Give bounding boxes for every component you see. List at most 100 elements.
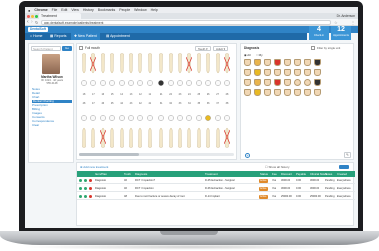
view-row-icon[interactable] xyxy=(84,179,87,182)
table-row[interactable]: Diagnosis 46 RCT / Impaction D-06 Extractio… xyxy=(77,185,355,192)
reload-icon[interactable]: ↻ xyxy=(35,19,38,26)
nav-home[interactable]: ⌂ Home xyxy=(27,33,45,40)
diagnosis-option-icon[interactable] xyxy=(314,89,321,96)
table-menu-icon[interactable] xyxy=(339,165,349,169)
edit-row-icon[interactable] xyxy=(79,179,82,182)
tooth-46[interactable]: 46 xyxy=(99,102,106,148)
tooth-47[interactable]: 47 xyxy=(90,102,97,148)
single-unit-checkbox[interactable] xyxy=(311,46,315,50)
tooth-15[interactable]: 15 xyxy=(109,53,115,99)
diagnosis-option-icon[interactable] xyxy=(244,89,251,96)
forward-icon[interactable]: › xyxy=(31,19,33,26)
diagnosis-option-icon[interactable] xyxy=(254,79,261,86)
menu-edit[interactable]: Edit xyxy=(61,8,67,12)
diagnosis-option-icon[interactable] xyxy=(254,89,261,96)
diagnosis-option-icon[interactable] xyxy=(294,89,301,96)
tooth-43[interactable]: 43 xyxy=(128,102,134,148)
delete-row-icon[interactable] xyxy=(89,187,92,190)
tooth-25[interactable]: 25 xyxy=(195,53,202,99)
show-history-toggle[interactable]: ☐ Show all history xyxy=(265,164,290,170)
diagnosis-option-icon[interactable] xyxy=(284,79,291,86)
tooth-41[interactable]: 41 xyxy=(146,102,153,148)
edit-row-icon[interactable] xyxy=(79,195,82,198)
close-window-icon[interactable] xyxy=(27,14,30,18)
tooth-27[interactable]: 27 xyxy=(214,53,221,99)
tooth-31[interactable]: 31 xyxy=(158,102,164,148)
diagnosis-option-icon[interactable] xyxy=(294,79,301,86)
menu-help[interactable]: Help xyxy=(151,8,158,12)
delete-row-icon[interactable] xyxy=(89,179,92,182)
diagnosis-option-icon[interactable] xyxy=(274,69,281,76)
view-row-icon[interactable] xyxy=(84,195,87,198)
address-bar[interactable]: app.dentalsoft.example/patients/treatmen… xyxy=(41,20,331,25)
stat-appointments[interactable]: 12 Appointments xyxy=(331,26,351,40)
tooth-22[interactable]: 22 xyxy=(167,53,174,99)
tooth-44[interactable]: 44 xyxy=(118,102,125,148)
menu-bookmarks[interactable]: Bookmarks xyxy=(98,8,116,12)
maximize-window-icon[interactable] xyxy=(35,14,38,18)
tooth-type-select[interactable]: Teeth ▾ xyxy=(195,46,211,51)
diagnosis-edit-icon[interactable]: ✎ xyxy=(344,152,351,158)
patient-search-input[interactable]: Search Patient xyxy=(31,46,61,51)
diagnosis-option-icon[interactable] xyxy=(304,59,311,66)
apple-icon[interactable]: ● xyxy=(28,8,30,13)
menu-view[interactable]: View xyxy=(71,8,79,12)
tooth-48[interactable]: 48 xyxy=(81,102,87,148)
diagnosis-option-icon[interactable] xyxy=(314,79,321,86)
tooth-21[interactable]: 21 xyxy=(158,53,164,99)
nav-appointment[interactable]: ▤ Appointment xyxy=(103,33,133,40)
add-treatment-button[interactable]: ⊕ Add new treatment xyxy=(80,164,108,170)
tooth-17[interactable]: 17 xyxy=(90,53,97,99)
diagnosis-option-icon[interactable] xyxy=(274,59,281,66)
menu-history[interactable]: History xyxy=(83,8,94,12)
diagnosis-option-icon[interactable] xyxy=(294,59,301,66)
search-button[interactable]: Go xyxy=(62,46,72,51)
view-row-icon[interactable] xyxy=(84,187,87,190)
sidebar-item-clear[interactable]: Clear xyxy=(32,123,72,127)
tooth-38[interactable]: 38 xyxy=(224,102,230,148)
tooth-12[interactable]: 12 xyxy=(137,53,144,99)
stat-checkin[interactable]: 4 Check-in xyxy=(309,26,329,40)
tooth-37[interactable]: 37 xyxy=(214,102,221,148)
diagnosis-option-icon[interactable] xyxy=(254,59,261,66)
nav-new-patient[interactable]: ✚ New Patient xyxy=(71,33,100,40)
diagnosis-add-icon[interactable]: + xyxy=(245,153,250,158)
tooth-26[interactable]: 26 xyxy=(205,53,211,99)
tooth-23[interactable]: 23 xyxy=(177,53,183,99)
tooth-42[interactable]: 42 xyxy=(137,102,144,148)
chart-scrollbar[interactable] xyxy=(79,153,234,156)
delete-row-icon[interactable] xyxy=(89,195,92,198)
tooth-18[interactable]: 18 xyxy=(81,53,87,99)
diagnosis-option-icon[interactable] xyxy=(314,69,321,76)
diagnosis-option-icon[interactable] xyxy=(304,89,311,96)
edit-row-icon[interactable] xyxy=(79,187,82,190)
age-view-select[interactable]: Adult ▾ xyxy=(213,46,229,51)
menu-people[interactable]: People xyxy=(119,8,130,12)
diagnosis-option-icon[interactable] xyxy=(284,89,291,96)
table-row[interactable]: Diagnosis 46 RCT / Impaction? D-05 Extracti… xyxy=(77,177,355,184)
tooth-13[interactable]: 13 xyxy=(128,53,134,99)
menu-chrome[interactable]: Chrome xyxy=(34,8,47,12)
tooth-33[interactable]: 33 xyxy=(177,102,183,148)
tooth-28[interactable]: 28 xyxy=(224,53,230,99)
diagnosis-option-icon[interactable] xyxy=(314,59,321,66)
tooth-34[interactable]: 34 xyxy=(186,102,193,148)
diagnosis-option-icon[interactable] xyxy=(304,69,311,76)
diagnosis-option-icon[interactable] xyxy=(244,69,251,76)
tooth-35[interactable]: 35 xyxy=(195,102,202,148)
full-mouth-checkbox[interactable] xyxy=(79,46,83,50)
diagnosis-filter-mine[interactable]: ○ My xyxy=(256,53,263,57)
chart-scrollbar-thumb[interactable] xyxy=(79,153,139,156)
tooth-32[interactable]: 32 xyxy=(167,102,174,148)
app-logo[interactable]: DentalSoft xyxy=(28,27,48,32)
diagnosis-option-icon[interactable] xyxy=(264,69,271,76)
diagnosis-option-icon[interactable] xyxy=(264,89,271,96)
diagnosis-option-icon[interactable] xyxy=(294,69,301,76)
diagnosis-option-icon[interactable] xyxy=(284,69,291,76)
tooth-45[interactable]: 45 xyxy=(109,102,115,148)
star-icon[interactable]: ☆ xyxy=(334,19,338,26)
diagnosis-filter-all[interactable]: ◉ All xyxy=(244,53,251,57)
diagnosis-option-icon[interactable] xyxy=(264,79,271,86)
diagnosis-option-icon[interactable] xyxy=(254,69,261,76)
diagnosis-option-icon[interactable] xyxy=(264,59,271,66)
